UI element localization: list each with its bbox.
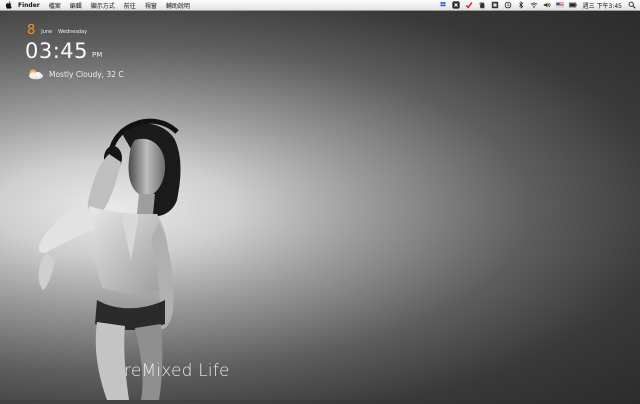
menu-edit[interactable]: 編輯 [70, 1, 82, 10]
growl-icon[interactable] [491, 1, 500, 10]
day-number: 8 [27, 23, 36, 38]
menu-view[interactable]: 顯示方式 [91, 1, 115, 10]
spotlight-search-icon[interactable] [627, 1, 636, 10]
checkmark-icon[interactable] [465, 1, 474, 10]
menu-go[interactable]: 前往 [124, 1, 136, 10]
status-tray: 週三 下午3:45 [435, 1, 636, 10]
bluetooth-icon[interactable] [517, 1, 526, 10]
time-row: 03:45 PM [25, 41, 124, 62]
flag-icon[interactable] [556, 1, 565, 10]
month-label: June [41, 29, 53, 35]
menubar-clock[interactable]: 週三 下午3:45 [583, 1, 622, 10]
menu-file[interactable]: 檔案 [49, 1, 61, 10]
menu-bar: Finder 檔案 編輯 顯示方式 前往 視窗 輔助說明 週三 下午3:45 [0, 0, 640, 11]
wallpaper-figure [25, 110, 200, 400]
weather-row: Mostly Cloudy, 32 C [25, 68, 124, 80]
ampm-label: PM [92, 51, 103, 59]
app-menu-finder[interactable]: Finder [18, 2, 40, 9]
wallpaper-caption: reMixed Life [124, 361, 230, 381]
partly-cloudy-icon [29, 69, 43, 80]
weather-description: Mostly Cloudy, 32 C [49, 69, 124, 79]
menu-window[interactable]: 視窗 [145, 1, 157, 10]
time-display: 03:45 [25, 39, 89, 63]
menu-help[interactable]: 輔助說明 [166, 1, 190, 10]
wifi-icon[interactable] [530, 1, 539, 10]
time-machine-icon[interactable] [504, 1, 513, 10]
date-row: 8 June Wednesday [25, 24, 124, 37]
evernote-icon[interactable] [478, 1, 487, 10]
wallpaper-figure-illustration [38, 118, 181, 400]
date-weather-widget: 8 June Wednesday 03:45 PM Mostly Cloudy,… [25, 24, 124, 80]
battery-icon[interactable] [569, 1, 578, 10]
apple-menu-icon[interactable] [4, 0, 12, 10]
weekday-label: Wednesday [58, 29, 88, 35]
x-app-icon[interactable] [452, 1, 461, 10]
volume-icon[interactable] [543, 1, 552, 10]
dropbox-icon[interactable] [439, 1, 448, 10]
